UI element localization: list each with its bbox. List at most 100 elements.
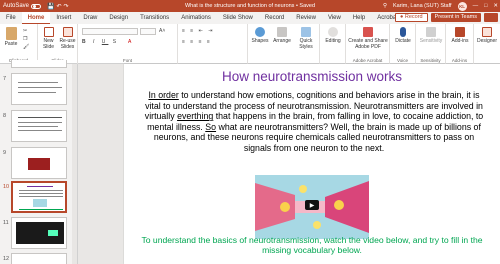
font-size-dropdown[interactable] (140, 28, 156, 35)
dictate-label: Dictate (395, 38, 411, 44)
addins-group: Add-ins Add-ins (446, 24, 474, 64)
tab-help[interactable]: Help (347, 12, 371, 24)
autosave-label: AutoSave (3, 3, 30, 9)
tab-home[interactable]: Home (21, 12, 51, 24)
tab-record[interactable]: Record (259, 12, 290, 24)
list-icons[interactable]: ≡ ≡ ⇤ ⇥ (182, 28, 214, 34)
slide-number: 9 (3, 150, 7, 156)
slide-number: 7 (3, 76, 7, 82)
clipboard-group: Paste ✂ ❐ 🖌 Clipboard (0, 24, 38, 64)
redo-icon[interactable]: ↷ (64, 3, 69, 10)
tab-insert[interactable]: Insert (50, 12, 77, 24)
ribbon-tabs: File Home Insert Draw Design Transitions… (0, 12, 500, 24)
drawing-group: Shapes Arrange Quick Styles (248, 24, 320, 64)
new-slide-label: New Slide (42, 38, 55, 50)
sensitivity-button[interactable]: Sensitivity (417, 27, 445, 44)
avatar[interactable]: KL (457, 1, 467, 11)
designer-icon (482, 27, 492, 37)
adobe-group: Create and Share Adobe PDF Adobe Acrobat (346, 24, 390, 64)
slide-title[interactable]: How neurotransmission works (124, 69, 500, 84)
shapes-label: Shapes (251, 38, 269, 44)
voice-group-label: Voice (396, 58, 408, 63)
designer-button[interactable]: Designer (475, 27, 499, 44)
record-button[interactable]: ● Record (395, 13, 428, 22)
font-name-dropdown[interactable] (82, 28, 138, 35)
slide-number: 11 (3, 220, 9, 226)
slide-thumbnail[interactable] (11, 217, 67, 249)
slide-footer-text[interactable]: To understand the basics of neurotransmi… (134, 235, 490, 256)
sensitivity-label: Sensitivity (419, 38, 443, 44)
search-icon[interactable]: ⚲ (383, 3, 387, 9)
slide-thumbnail-selected[interactable] (11, 181, 67, 213)
addins-label: Add-ins (451, 38, 469, 44)
slide-number: 8 (3, 113, 7, 119)
pdf-icon (363, 27, 373, 37)
align-icons[interactable]: ≡ ≡ ≡ ≡ (182, 39, 212, 45)
autosave-toggle[interactable] (31, 3, 42, 9)
paste-button[interactable]: Paste (2, 27, 20, 47)
tab-transitions[interactable]: Transitions (134, 12, 175, 24)
microphone-icon (400, 27, 406, 37)
create-share-label: Create and Share Adobe PDF (348, 38, 388, 50)
grow-font-icon[interactable]: A˄ (159, 28, 165, 34)
slide-thumbnail[interactable] (11, 73, 67, 105)
format-painter-icon[interactable]: 🖌 (23, 44, 29, 50)
document-title: What is the structure and function of ne… (184, 3, 316, 9)
new-slide-icon (43, 27, 54, 37)
arrange-button[interactable]: Arrange (272, 27, 292, 44)
slides-group: New Slide Re-use Slides Slides (38, 24, 78, 64)
tab-review[interactable]: Review (290, 12, 322, 24)
user-name[interactable]: Karim, Lana (SUT) Staff (393, 3, 452, 9)
slide-thumbnail[interactable] (11, 110, 67, 142)
create-share-pdf-button[interactable]: Create and Share Adobe PDF (347, 27, 389, 50)
editing-button[interactable]: Editing (321, 27, 345, 44)
addins-button[interactable]: Add-ins (447, 27, 473, 44)
slide-thumbnail[interactable] (11, 147, 67, 179)
slide-number: 10 (3, 184, 10, 190)
share-button[interactable] (484, 13, 498, 22)
quick-styles-label: Quick Styles (299, 38, 313, 50)
present-in-teams-button[interactable]: Present in Teams (430, 13, 481, 22)
thumbnail-image (28, 158, 50, 170)
quick-styles-button[interactable]: Quick Styles (294, 27, 318, 50)
title-bar: AutoSave 💾 ↶ ↷ What is the structure and… (0, 0, 500, 12)
body-text-segment: In order (148, 90, 179, 100)
slide-canvas[interactable]: How neurotransmission works In order to … (124, 64, 500, 264)
tab-design[interactable]: Design (103, 12, 134, 24)
dictate-button[interactable]: Dictate (391, 27, 415, 44)
designer-label: Designer (476, 38, 497, 44)
thumbnail-scrollbar[interactable] (72, 64, 77, 264)
tab-animations[interactable]: Animations (175, 12, 217, 24)
shapes-icon (255, 27, 265, 37)
sensitivity-group: Sensitivity Sensitivity (416, 24, 446, 64)
arrange-label: Arrange (273, 38, 291, 44)
copy-icon[interactable]: ❐ (23, 36, 27, 42)
tab-view[interactable]: View (322, 12, 347, 24)
slide-thumbnail-pane[interactable]: 7 8 9 10 11 12 (0, 60, 78, 264)
cut-icon[interactable]: ✂ (23, 28, 27, 34)
tab-draw[interactable]: Draw (77, 12, 103, 24)
paragraph-group: ≡ ≡ ⇤ ⇥ ≡ ≡ ≡ ≡ (178, 24, 248, 64)
editing-group: Editing (320, 24, 346, 64)
minimize-icon[interactable]: — (473, 3, 479, 9)
slide-body-text[interactable]: In order to understand how emotions, cog… (144, 90, 484, 154)
tab-file[interactable]: File (0, 12, 22, 24)
undo-icon[interactable]: ↶ (57, 3, 62, 10)
slide-thumbnail[interactable] (11, 60, 67, 68)
embedded-video[interactable]: ▶ (255, 175, 369, 239)
tab-slide-show[interactable]: Slide Show (217, 12, 259, 24)
restore-icon[interactable]: □ (484, 3, 487, 9)
ribbon: Paste ✂ ❐ 🖌 Clipboard New Slide Re-use S… (0, 24, 500, 64)
autosave-control[interactable]: AutoSave 💾 ↶ ↷ (0, 3, 120, 10)
reuse-slides-button[interactable]: Re-use Slides (58, 27, 77, 50)
save-icon[interactable]: 💾 (47, 3, 54, 10)
play-icon[interactable]: ▶ (305, 200, 319, 210)
slide-thumbnail[interactable] (11, 253, 67, 264)
editing-label: Editing (325, 38, 341, 44)
present-label: Present in Teams (434, 14, 477, 20)
format-buttons[interactable]: B I U S (82, 39, 119, 45)
close-icon[interactable]: ✕ (493, 3, 498, 9)
font-color-icon[interactable]: A (128, 39, 131, 45)
shapes-button[interactable]: Shapes (250, 27, 270, 44)
new-slide-button[interactable]: New Slide (40, 27, 57, 50)
